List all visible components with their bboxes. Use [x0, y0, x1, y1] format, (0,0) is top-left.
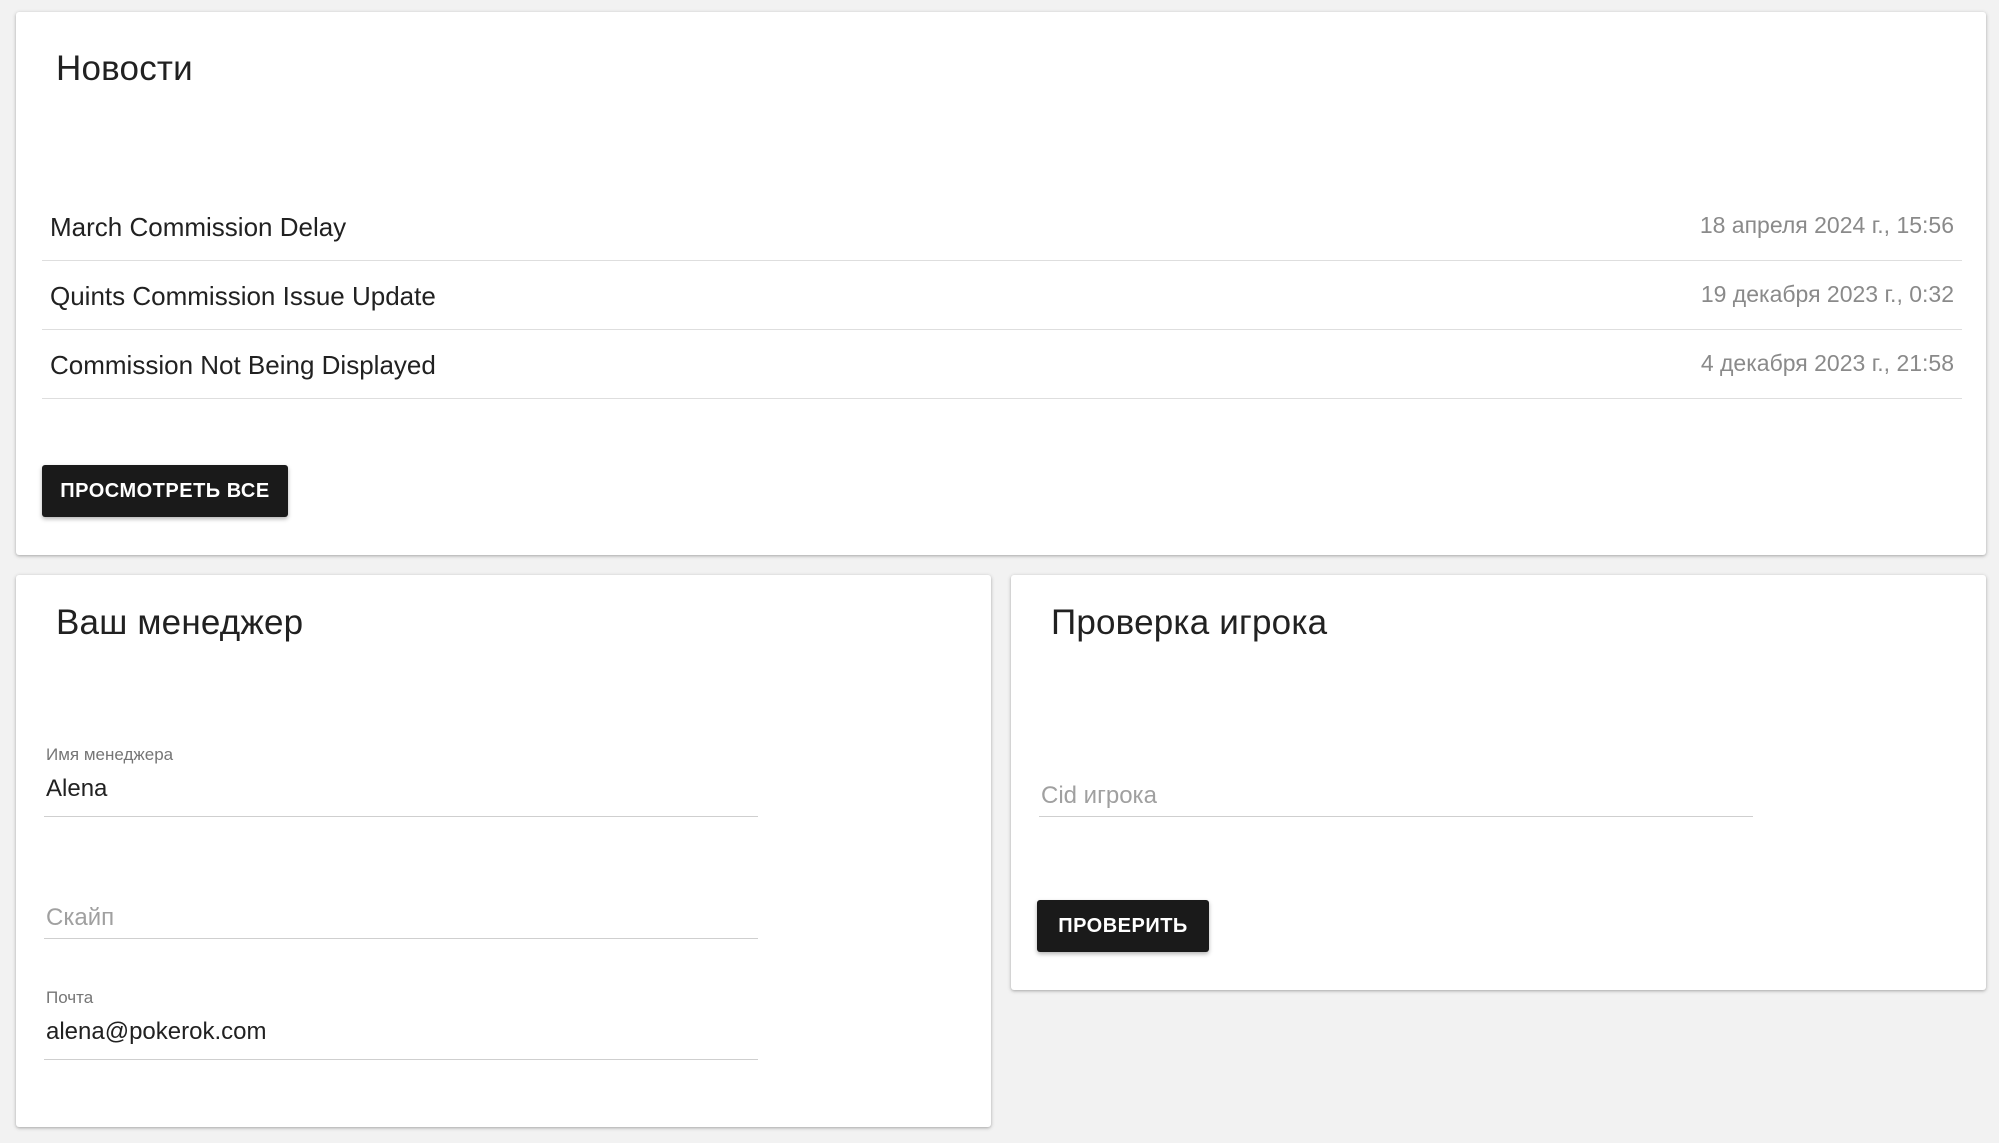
view-all-button[interactable]: ПРОСМОТРЕТЬ ВСЕ — [42, 465, 288, 517]
player-check-title: Проверка игрока — [1051, 603, 1328, 642]
news-item-date: 4 декабря 2023 г., 21:58 — [1700, 350, 1954, 376]
manager-name-label: Имя менеджера — [46, 745, 174, 764]
email-field[interactable]: Почта alena@pokerok.com — [44, 988, 758, 1060]
player-cid-field[interactable] — [1039, 745, 1753, 817]
news-item-title[interactable]: Quints Commission Issue Update — [50, 281, 436, 312]
news-item-date: 19 декабря 2023 г., 0:32 — [1700, 281, 1954, 307]
skype-field[interactable] — [44, 867, 758, 939]
check-button[interactable]: ПРОВЕРИТЬ — [1037, 900, 1209, 952]
news-item[interactable]: March Commission Delay 18 апреля 2024 г.… — [42, 192, 1962, 261]
news-item-date: 18 апреля 2024 г., 15:56 — [1699, 212, 1954, 238]
news-title: Новости — [56, 49, 193, 88]
manager-card: Ваш менеджер Имя менеджера Alena Почта a… — [16, 575, 991, 1127]
news-card: Новости March Commission Delay 18 апреля… — [16, 12, 1986, 555]
email-value: alena@pokerok.com — [46, 1018, 267, 1045]
player-check-card: Проверка игрока ПРОВЕРИТЬ — [1011, 575, 1986, 990]
news-item-title[interactable]: Commission Not Being Displayed — [50, 350, 436, 381]
skype-input[interactable] — [46, 904, 746, 932]
email-label: Почта — [46, 988, 94, 1007]
manager-name-field[interactable]: Имя менеджера Alena — [44, 745, 758, 817]
news-item[interactable]: Quints Commission Issue Update 19 декабр… — [42, 261, 1962, 330]
manager-name-value: Alena — [46, 775, 108, 802]
news-item[interactable]: Commission Not Being Displayed 4 декабря… — [42, 330, 1962, 399]
news-item-title[interactable]: March Commission Delay — [50, 212, 346, 243]
news-list: March Commission Delay 18 апреля 2024 г.… — [42, 192, 1962, 399]
player-cid-input[interactable] — [1041, 782, 1741, 810]
manager-title: Ваш менеджер — [56, 603, 304, 642]
